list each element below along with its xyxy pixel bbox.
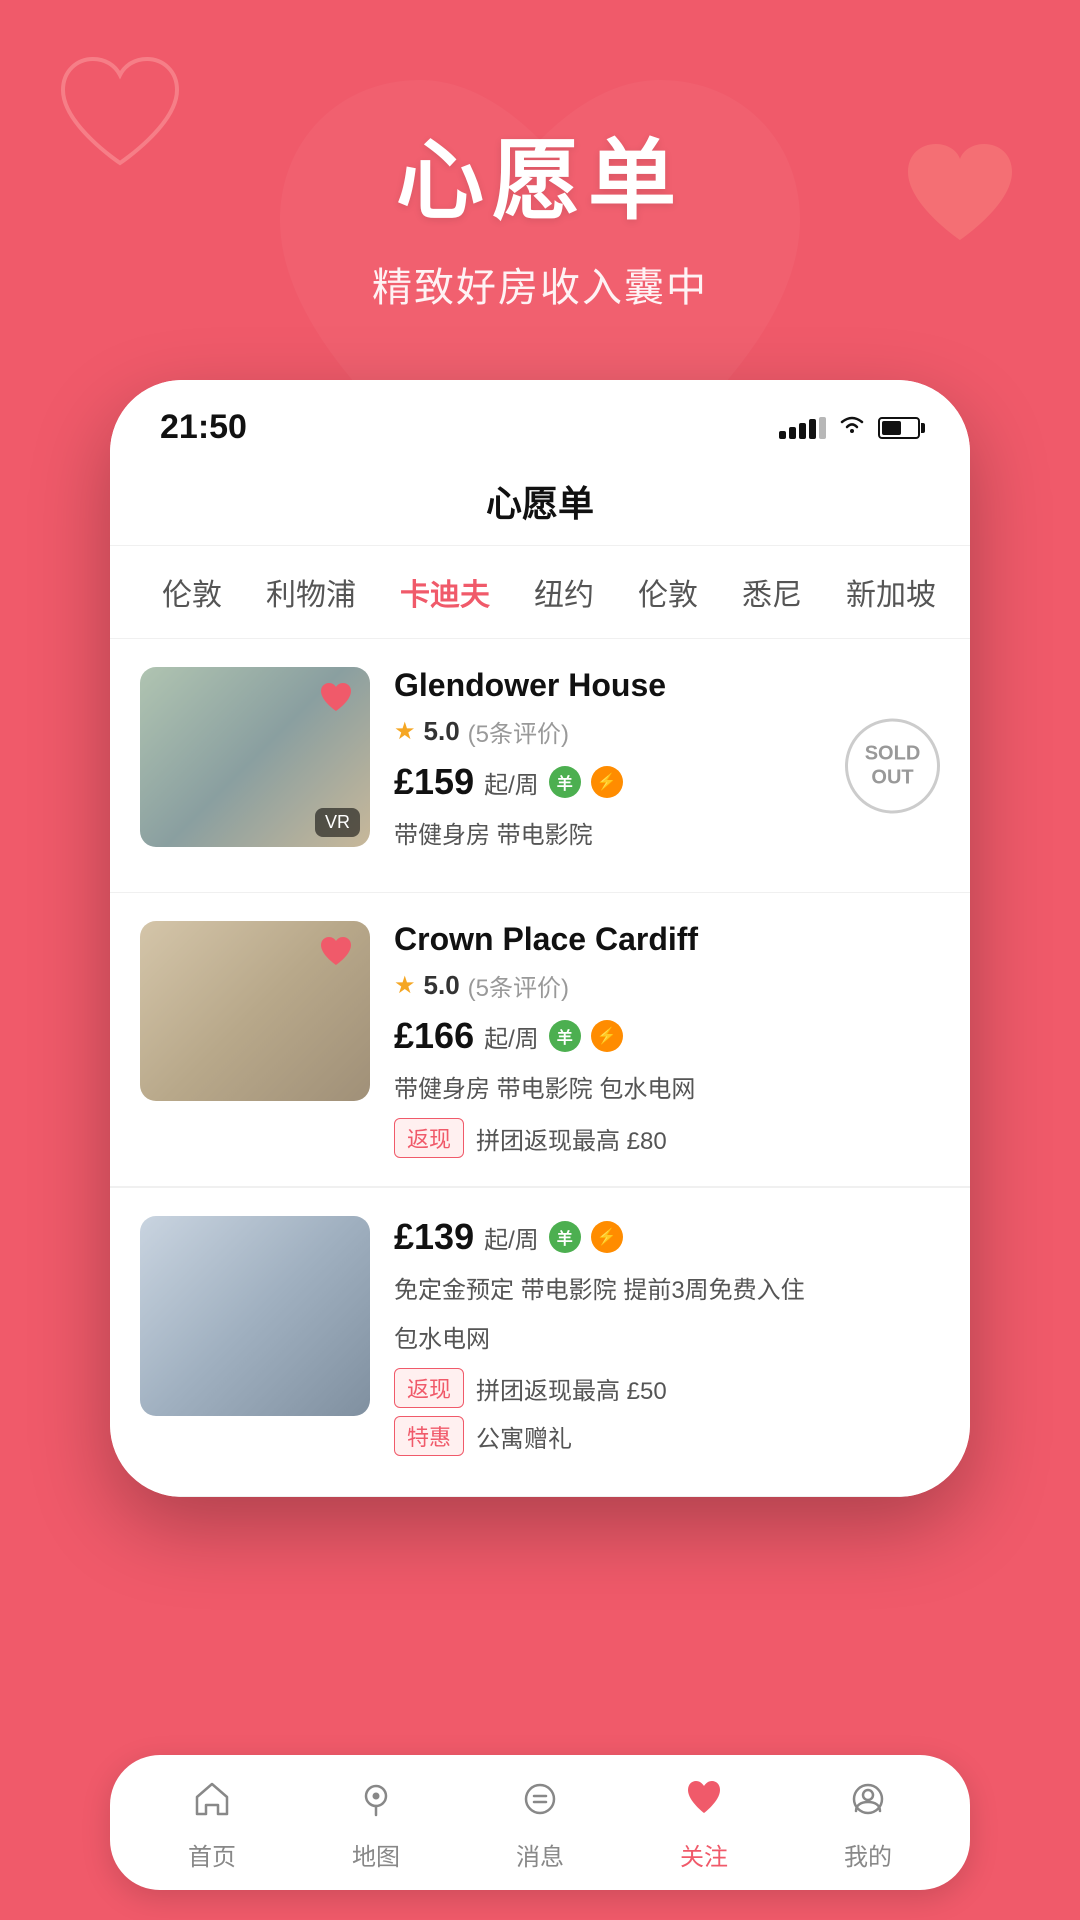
partial-special-badge: 特惠 xyxy=(394,1416,464,1456)
partial-special-text: 公寓赠礼 xyxy=(476,1419,572,1454)
partial-tag-row-2: 特惠 公寓赠礼 xyxy=(394,1416,940,1456)
nav-favorites[interactable]: 关注 xyxy=(649,1777,759,1872)
listing-rating-2: ★ 5.0 (5条评价) xyxy=(394,968,940,1003)
price-unit-2: 起/周 xyxy=(484,1019,539,1054)
rebate-badge-2: 返现 xyxy=(394,1118,464,1158)
price-unit-1: 起/周 xyxy=(484,765,539,800)
bottom-navigation: 首页 地图 消息 xyxy=(110,1755,970,1890)
wifi-icon xyxy=(838,413,866,442)
tab-newyork[interactable]: 纽约 xyxy=(512,570,616,614)
heart-icon xyxy=(682,1777,726,1829)
price-badge-orange-1: ⚡ xyxy=(591,766,623,798)
listings-container: VR Glendower House ★ 5.0 (5条评价) £159 起/周… xyxy=(110,639,970,1187)
status-bar: 21:50 xyxy=(110,380,970,461)
price-amount-2: £166 xyxy=(394,1015,474,1057)
partial-badge-green: 羊 xyxy=(549,1221,581,1253)
partial-tag-row-1: 返现 拼团返现最高 £50 xyxy=(394,1368,940,1408)
nav-message[interactable]: 消息 xyxy=(485,1777,595,1872)
nav-home-label: 首页 xyxy=(188,1837,236,1872)
tab-london2[interactable]: 伦敦 xyxy=(616,570,720,614)
partial-rebate-badge: 返现 xyxy=(394,1368,464,1408)
partial-rebate-text: 拼团返现最高 £50 xyxy=(476,1371,667,1406)
nav-message-label: 消息 xyxy=(516,1837,564,1872)
price-badge-green-1: 羊 xyxy=(549,766,581,798)
user-icon xyxy=(846,1777,890,1829)
signal-icon xyxy=(779,417,826,439)
favorite-button-2[interactable] xyxy=(314,933,358,973)
rebate-text-2: 拼团返现最高 £80 xyxy=(476,1121,667,1156)
battery-icon xyxy=(878,417,920,439)
rating-count-2: (5条评价) xyxy=(468,968,569,1003)
nav-favorites-label: 关注 xyxy=(680,1837,728,1872)
nav-home[interactable]: 首页 xyxy=(157,1777,267,1872)
price-amount-1: £159 xyxy=(394,761,474,803)
partial-price-amount: £139 xyxy=(394,1216,474,1258)
nav-profile-label: 我的 xyxy=(844,1837,892,1872)
hero-title: 心愿单 xyxy=(0,110,1080,237)
phone-frame: 21:50 xyxy=(110,380,970,1497)
app-title: 心愿单 xyxy=(486,483,594,524)
sold-out-line1: SOLD xyxy=(865,742,921,766)
tag-row-2: 返现 拼团返现最高 £80 xyxy=(394,1118,940,1158)
rating-count-1: (5条评价) xyxy=(468,714,569,749)
vr-badge-1: VR xyxy=(315,808,360,837)
listing-tags-2: 带健身房 带电影院 包水电网 xyxy=(394,1069,940,1104)
tab-cardiff[interactable]: 卡迪夫 xyxy=(378,570,512,614)
partial-listing-image xyxy=(140,1216,370,1416)
category-tabs: 伦敦 利物浦 卡迪夫 纽约 伦敦 悉尼 新加坡 xyxy=(110,546,970,639)
rating-score-1: 5.0 xyxy=(424,716,460,747)
partial-listing[interactable]: £139 起/周 羊 ⚡ 免定金预定 带电影院 提前3周免费入住 包水电网 返现… xyxy=(110,1187,970,1497)
rating-score-2: 5.0 xyxy=(424,970,460,1001)
partial-listing-info: £139 起/周 羊 ⚡ 免定金预定 带电影院 提前3周免费入住 包水电网 返现… xyxy=(370,1216,940,1456)
listing-image-1: VR xyxy=(140,667,370,847)
tab-london1[interactable]: 伦敦 xyxy=(140,570,244,614)
tab-sydney[interactable]: 悉尼 xyxy=(720,570,824,614)
tab-singapore[interactable]: 新加坡 xyxy=(824,570,958,614)
listing-item-2[interactable]: Crown Place Cardiff ★ 5.0 (5条评价) £166 起/… xyxy=(110,893,970,1187)
partial-price-unit: 起/周 xyxy=(484,1220,539,1255)
partial-listing-tags: 免定金预定 带电影院 提前3周免费入住 xyxy=(394,1270,940,1305)
partial-listing-price: £139 起/周 羊 ⚡ xyxy=(394,1216,940,1258)
listing-item[interactable]: VR Glendower House ★ 5.0 (5条评价) £159 起/周… xyxy=(110,639,970,893)
listing-name-1: Glendower House xyxy=(394,667,940,704)
home-icon xyxy=(190,1777,234,1829)
star-icon-1: ★ xyxy=(394,717,416,746)
listing-image-2 xyxy=(140,921,370,1101)
listing-tags-1: 带健身房 带电影院 xyxy=(394,815,940,850)
listing-price-2: £166 起/周 羊 ⚡ xyxy=(394,1015,940,1057)
listing-name-2: Crown Place Cardiff xyxy=(394,921,940,958)
hero-section: 心愿单 精致好房收入囊中 xyxy=(0,0,1080,363)
partial-badge-orange: ⚡ xyxy=(591,1221,623,1253)
nav-bar: 首页 地图 消息 xyxy=(110,1755,970,1890)
nav-map-label: 地图 xyxy=(352,1837,400,1872)
app-titlebar: 心愿单 xyxy=(110,461,970,546)
status-time: 21:50 xyxy=(160,408,247,447)
message-icon xyxy=(518,1777,562,1829)
sold-out-badge-1: SOLD OUT xyxy=(845,718,940,813)
favorite-button-1[interactable] xyxy=(314,679,358,719)
listing-info-2: Crown Place Cardiff ★ 5.0 (5条评价) £166 起/… xyxy=(370,921,940,1158)
price-badge-orange-2: ⚡ xyxy=(591,1020,623,1052)
tab-liverpool[interactable]: 利物浦 xyxy=(244,570,378,614)
map-icon xyxy=(354,1777,398,1829)
status-icons xyxy=(779,413,920,442)
hero-subtitle: 精致好房收入囊中 xyxy=(0,255,1080,313)
nav-profile[interactable]: 我的 xyxy=(813,1777,923,1872)
partial-listing-tags2: 包水电网 xyxy=(394,1319,940,1354)
price-badge-green-2: 羊 xyxy=(549,1020,581,1052)
nav-map[interactable]: 地图 xyxy=(321,1777,431,1872)
star-icon-2: ★ xyxy=(394,971,416,1000)
sold-out-line2: OUT xyxy=(871,766,913,790)
